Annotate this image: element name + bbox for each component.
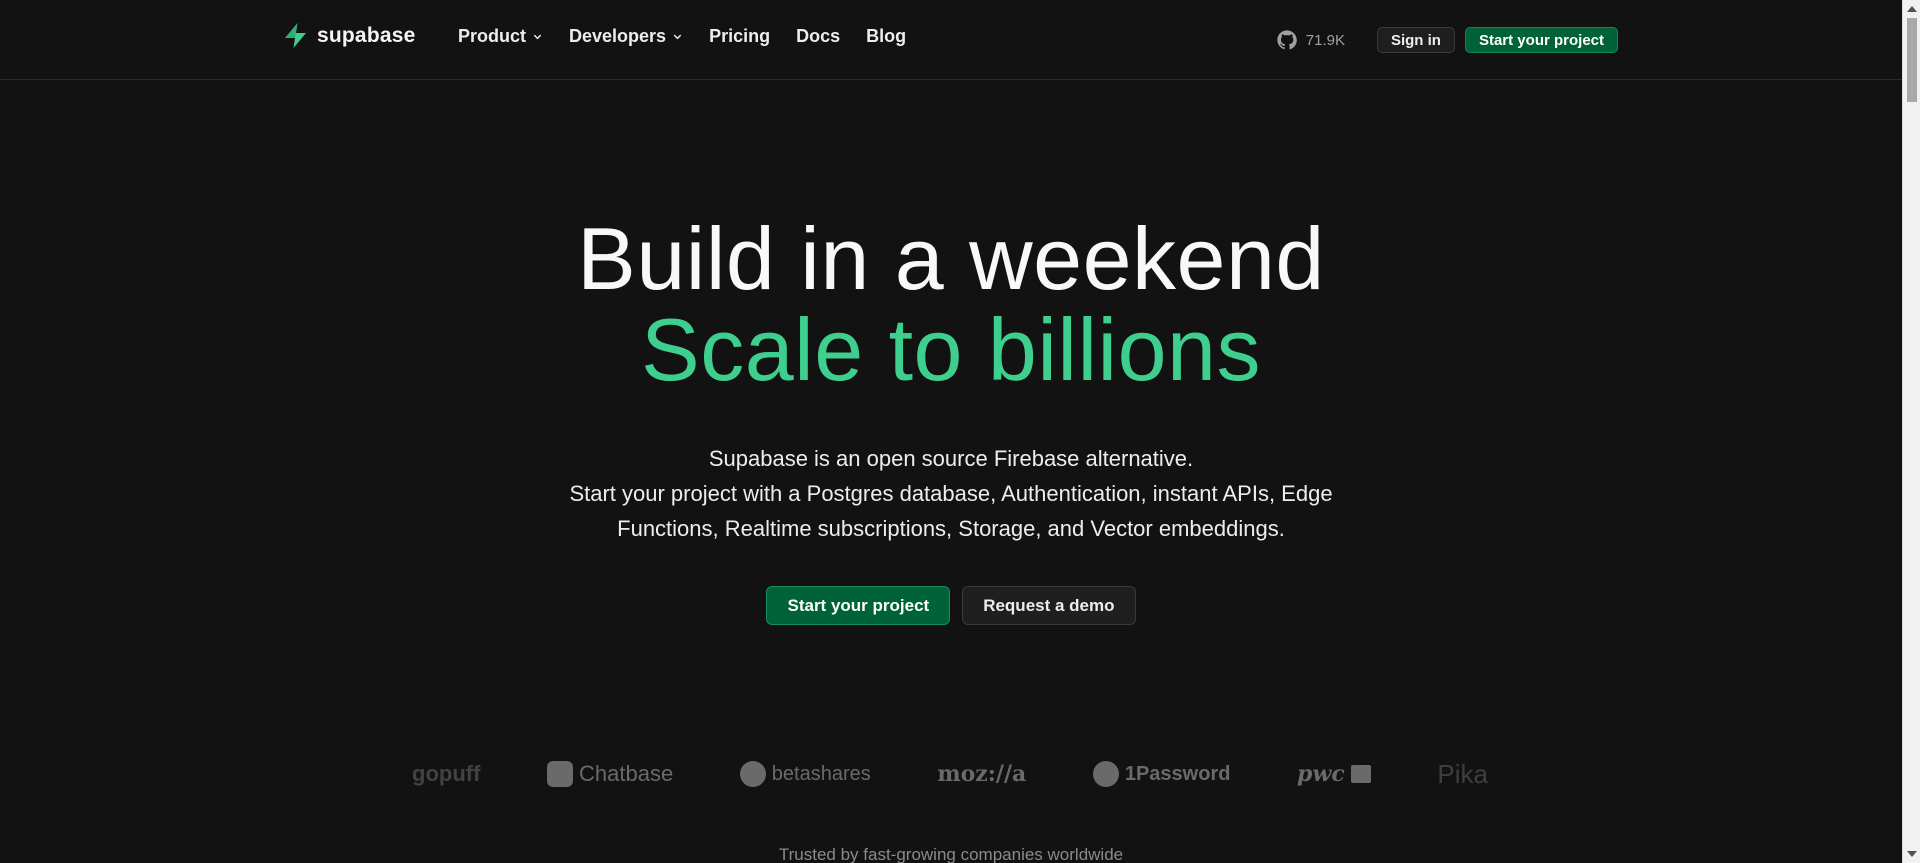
sign-in-button[interactable]: Sign in xyxy=(1376,27,1455,53)
supabase-bolt-icon xyxy=(285,23,306,48)
pika-logo-text: Pika xyxy=(1437,758,1488,789)
trusted-by-text: Trusted by fast-growing companies worldw… xyxy=(778,845,1124,863)
nav-pricing[interactable]: Pricing xyxy=(709,26,770,47)
page-scrollbar[interactable] xyxy=(1902,0,1920,863)
scroll-down-arrow-icon[interactable] xyxy=(1907,851,1917,857)
1password-icon xyxy=(1092,761,1119,787)
1password-logo-text: 1Password xyxy=(1124,762,1231,785)
betashares-logo: betashares xyxy=(739,761,871,787)
pika-logo: Pika xyxy=(1437,759,1488,790)
start-project-button[interactable]: Start your project xyxy=(766,586,951,625)
scrollbar-thumb[interactable] xyxy=(1907,18,1917,102)
chevron-down-icon xyxy=(533,34,542,40)
supabase-logo[interactable]: supabase xyxy=(282,22,415,49)
mozilla-logo-text: moz://a xyxy=(937,761,1027,787)
nav-actions: 71.9K Sign in Start your project xyxy=(1276,27,1618,53)
hero-subtitle: Supabase is an open source Firebase alte… xyxy=(0,441,1902,546)
chevron-down-icon xyxy=(673,34,682,40)
mozilla-logo: moz://a xyxy=(937,761,1026,787)
nav-product[interactable]: Product xyxy=(458,26,543,47)
gopuff-logo: gopuff xyxy=(412,761,480,787)
hero-cta-group: Start your project Request a demo xyxy=(0,586,1902,625)
nav-developers-label: Developers xyxy=(569,26,667,46)
nav-pricing-label: Pricing xyxy=(709,26,771,46)
nav-docs[interactable]: Docs xyxy=(796,26,840,47)
logo-text: supabase xyxy=(317,23,416,47)
request-demo-button[interactable]: Request a demo xyxy=(962,586,1136,625)
hero-subtitle-line2: Start your project with a Postgres datab… xyxy=(569,481,1333,506)
hero-title-line1: Build in a weekend xyxy=(577,209,1325,308)
betashares-icon xyxy=(739,761,766,787)
chatbase-logo: Chatbase xyxy=(547,761,673,787)
hero-subtitle-line1: Supabase is an open source Firebase alte… xyxy=(708,446,1194,471)
nav-developers[interactable]: Developers xyxy=(569,26,683,47)
hero-subtitle-line3: Functions, Realtime subscriptions, Stora… xyxy=(617,516,1285,541)
github-stars-link[interactable]: 71.9K xyxy=(1276,29,1345,51)
github-icon xyxy=(1277,30,1297,50)
nav-docs-label: Docs xyxy=(796,26,841,46)
pwc-logo-text: pwc xyxy=(1297,761,1345,787)
main-menu: Product Developers Pricing Docs Blog xyxy=(458,26,932,47)
nav-blog[interactable]: Blog xyxy=(866,26,906,47)
github-stars-count: 71.9K xyxy=(1305,31,1345,49)
gopuff-logo-text: gopuff xyxy=(412,761,481,786)
betashares-logo-text: betashares xyxy=(771,762,871,785)
top-navigation: supabase Product Developers Pricing Docs… xyxy=(0,0,1902,80)
start-project-nav-button[interactable]: Start your project xyxy=(1464,27,1618,53)
page: supabase Product Developers Pricing Docs… xyxy=(0,0,1920,863)
chatbase-logo-text: Chatbase xyxy=(579,761,674,786)
hero-title-line2: Scale to billions xyxy=(641,300,1261,399)
1password-logo: 1Password xyxy=(1092,761,1231,787)
chatbase-icon xyxy=(547,761,573,787)
pwc-logo: pwc xyxy=(1297,761,1371,787)
pwc-mark-icon xyxy=(1350,765,1371,783)
scroll-up-arrow-icon[interactable] xyxy=(1907,6,1917,12)
nav-product-label: Product xyxy=(458,26,527,46)
nav-blog-label: Blog xyxy=(866,26,907,46)
customer-logos: gopuff Chatbase betashares moz://a 1Pass… xyxy=(400,750,1500,798)
